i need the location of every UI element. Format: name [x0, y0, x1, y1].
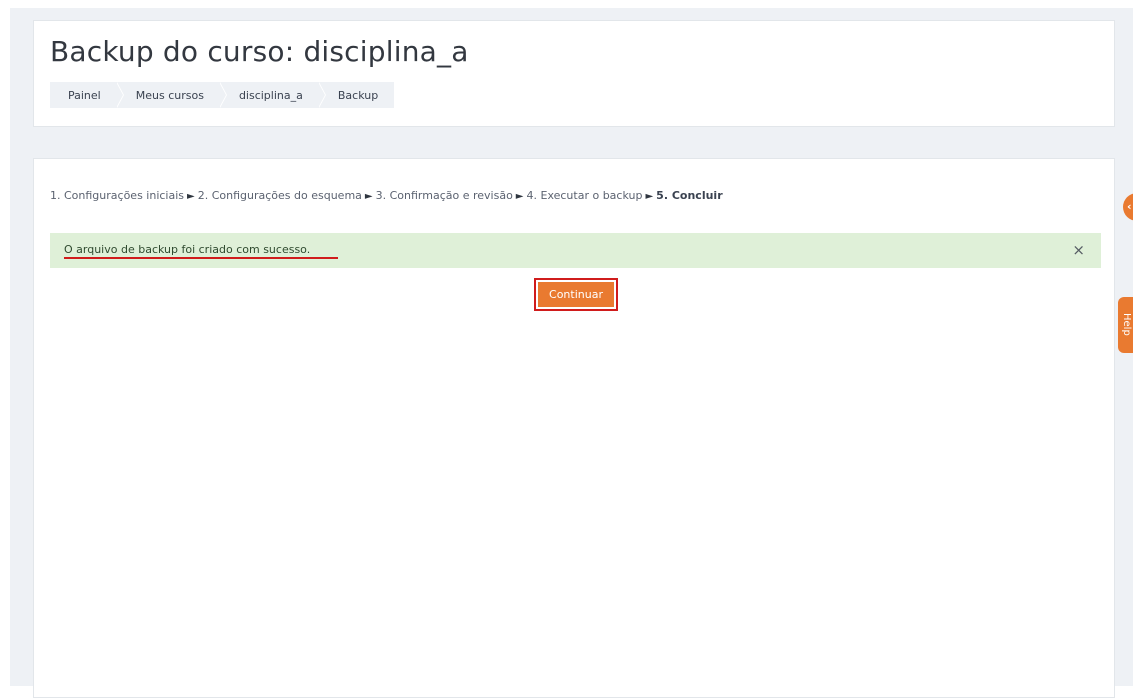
- step-2: 2. Configurações do esquema: [197, 189, 362, 202]
- step-separator: ►: [187, 191, 195, 202]
- step-separator: ►: [364, 191, 373, 202]
- step-4: 4. Executar o backup: [526, 189, 643, 202]
- breadcrumb-item-course[interactable]: disciplina_a: [220, 82, 326, 108]
- page-header: Backup do curso: disciplina_a Painel Meu…: [33, 20, 1115, 127]
- step-5-current: 5. Concluir: [656, 189, 723, 202]
- close-icon[interactable]: ×: [1072, 241, 1085, 259]
- breadcrumb-item-painel[interactable]: Painel: [50, 82, 124, 108]
- step-separator: ►: [645, 191, 654, 202]
- continue-button[interactable]: Continuar: [538, 282, 614, 307]
- help-tab[interactable]: Help: [1118, 297, 1133, 353]
- step-separator: ►: [515, 191, 524, 202]
- success-alert: O arquivo de backup foi criado com suces…: [50, 233, 1101, 268]
- step-1: 1. Configurações iniciais: [50, 189, 185, 202]
- highlight-underline: [64, 257, 338, 259]
- page-title: Backup do curso: disciplina_a: [50, 35, 469, 68]
- backup-progress-steps: 1. Configurações iniciais ► 2. Configuraçõ…: [50, 189, 723, 202]
- continue-highlight-box: Continuar: [534, 278, 618, 311]
- success-message: O arquivo de backup foi criado com suces…: [64, 243, 311, 256]
- breadcrumb-item-backup: Backup: [337, 88, 379, 102]
- step-3: 3. Confirmação e revisão: [375, 189, 513, 202]
- breadcrumb: Painel Meus cursos disciplina_a Backup: [50, 82, 395, 108]
- breadcrumb-item-meus-cursos[interactable]: Meus cursos: [117, 82, 228, 108]
- main-content: 1. Configurações iniciais ► 2. Configuraçõ…: [33, 158, 1115, 698]
- help-tab-label: Help: [1121, 313, 1132, 336]
- chevron-left-icon: ‹: [1127, 200, 1132, 213]
